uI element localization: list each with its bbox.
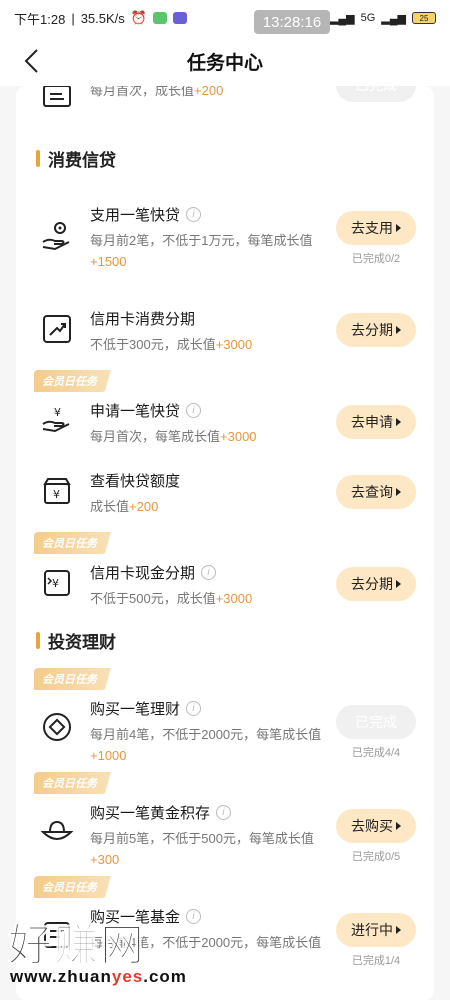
- task-name: 信用卡消费分期: [90, 311, 196, 328]
- task-desc: 每月首次，成长值: [90, 86, 195, 98]
- info-icon[interactable]: i: [216, 805, 232, 820]
- svg-text:¥: ¥: [53, 488, 60, 501]
- task-desc: 不低于500元，成长值: [90, 591, 216, 606]
- hand-coin-icon: [42, 222, 70, 251]
- task-name: 购买一笔基金: [90, 909, 181, 926]
- task-plus: +1500: [90, 254, 127, 269]
- coin-diamond-icon: [43, 713, 71, 741]
- task-name: 信用卡现金分期: [90, 565, 196, 582]
- member-day-badge: 会员日任务: [34, 772, 111, 794]
- task-go-button[interactable]: 去购买: [336, 809, 416, 843]
- task-desc: 每月前4笔，不低于2000元，每笔成长值: [90, 727, 322, 742]
- task-plus: +3000: [220, 429, 257, 444]
- task-desc: 每月首次，每笔成长值: [90, 429, 221, 444]
- clock-overlay: 13:28:16: [254, 10, 330, 34]
- status-speed: 35.5K/s: [80, 10, 125, 26]
- task-name: 申请一笔快贷: [90, 403, 181, 420]
- arrow-right-icon: [396, 822, 401, 830]
- status-time: 下午1:28: [14, 11, 66, 27]
- arrow-right-icon: [396, 418, 401, 426]
- svg-text:¥: ¥: [52, 577, 59, 590]
- task-plus: +1000: [90, 748, 127, 763]
- hand-yuan-icon: ¥: [42, 406, 70, 433]
- task-name: 支用一笔快贷: [90, 207, 181, 224]
- task-go-button[interactable]: 去查询: [336, 475, 416, 509]
- task-card: 每月首次，成长值+200 已完成 消费信贷 支用一笔快贷 i 每月前2笔，不低于…: [16, 86, 434, 1000]
- arrow-right-icon: [396, 224, 401, 232]
- info-icon[interactable]: i: [186, 909, 202, 924]
- section-header-investment: 投资理财: [36, 628, 116, 653]
- ticket-icon: [43, 86, 71, 107]
- info-icon[interactable]: i: [186, 701, 202, 716]
- task-progress: 已完成1/4: [351, 955, 401, 967]
- task-go-button[interactable]: 去分期: [336, 313, 416, 347]
- task-name: 购买一笔黄金积存: [90, 805, 211, 822]
- member-day-badge: 会员日任务: [34, 876, 111, 898]
- task-desc: 不低于300元，成长值: [90, 337, 216, 352]
- network-label: 5G: [360, 12, 376, 24]
- task-plus: +200: [194, 86, 224, 98]
- trend-up-icon: [43, 315, 71, 343]
- task-name: 购买一笔理财: [90, 701, 181, 718]
- gold-ingot-icon: [40, 820, 74, 840]
- task-desc: 每月前5笔，不低于500元，每笔成长值: [90, 831, 314, 846]
- task-plus: +300: [90, 852, 120, 867]
- task-go-button[interactable]: 去支用: [336, 211, 416, 245]
- info-icon[interactable]: i: [186, 403, 202, 418]
- task-desc: 每月前2笔，不低于1万元，每笔成长值: [90, 233, 313, 248]
- arrow-right-icon: [396, 580, 401, 588]
- task-progress: 已完成0/2: [351, 253, 401, 265]
- task-name: 查看快贷额度: [90, 473, 181, 490]
- nav-bar: 任务中心: [0, 36, 450, 86]
- app-notification-icon: [152, 12, 167, 24]
- task-progress: 已完成0/5: [351, 851, 401, 863]
- arrow-right-icon: [396, 926, 401, 934]
- member-day-badge: 会员日任务: [34, 370, 111, 392]
- member-day-badge: 会员日任务: [34, 668, 111, 690]
- task-go-button[interactable]: 去申请: [336, 405, 416, 439]
- box-yuan-icon: ¥: [43, 478, 71, 504]
- page-title: 任务中心: [186, 52, 263, 74]
- signal-icon: ▂▄▆: [381, 12, 406, 25]
- app-notification-icon: [172, 12, 187, 24]
- task-progress: 已完成4/4: [351, 747, 401, 759]
- member-day-badge: 会员日任务: [34, 532, 111, 554]
- back-arrow-icon[interactable]: [22, 48, 44, 74]
- svg-text:¥: ¥: [54, 406, 61, 419]
- info-icon[interactable]: i: [186, 207, 202, 222]
- task-plus: +3000: [215, 591, 253, 606]
- task-desc: 成长值: [90, 499, 130, 514]
- task-done-button[interactable]: 已完成: [336, 86, 416, 102]
- arrow-right-icon: [396, 488, 401, 496]
- task-plus: +3000: [215, 337, 253, 352]
- status-bar: 下午1:28 | 35.5K/s ⏰ ▂▄▆ 5G ▂▄▆ 25: [0, 0, 450, 36]
- signal-icon: ▂▄▆: [329, 12, 355, 25]
- arrow-right-icon: [396, 326, 401, 334]
- cash-card-icon: ¥: [44, 570, 70, 596]
- info-icon[interactable]: i: [201, 565, 217, 580]
- alarm-icon: ⏰: [130, 10, 147, 25]
- task-go-button[interactable]: 进行中: [336, 913, 416, 947]
- task-done-button[interactable]: 已完成: [336, 705, 416, 739]
- task-plus: +200: [129, 499, 159, 514]
- task-go-button[interactable]: 去分期: [336, 567, 416, 601]
- battery-icon: 25: [412, 12, 436, 24]
- fund-icon: [44, 922, 70, 948]
- task-desc: 每月前4笔，不低于2000元，每笔成长值: [90, 935, 322, 950]
- section-header-consumer-credit: 消费信贷: [36, 146, 116, 171]
